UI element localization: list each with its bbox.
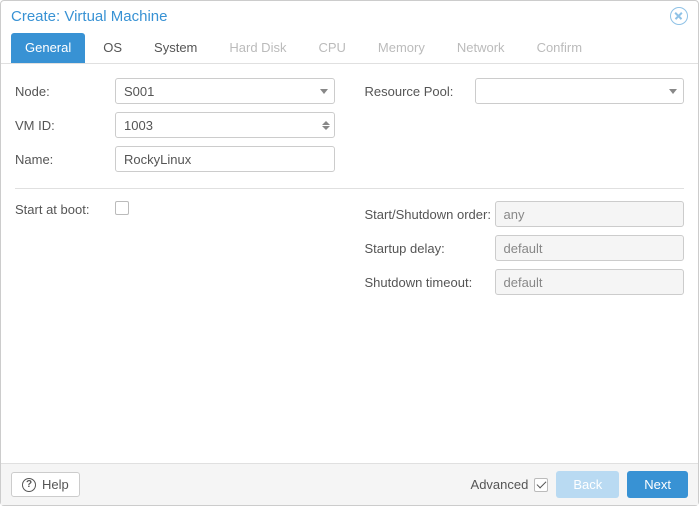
back-button: Back — [556, 471, 619, 498]
node-select[interactable]: S001 — [115, 78, 335, 104]
startup-delay-input[interactable] — [495, 235, 685, 261]
tab-cpu: CPU — [304, 33, 359, 63]
advanced-checkbox[interactable] — [534, 478, 548, 492]
titlebar: Create: Virtual Machine — [1, 1, 698, 29]
resource-pool-select[interactable] — [475, 78, 685, 104]
help-button[interactable]: ? Help — [11, 472, 80, 497]
node-value: S001 — [124, 84, 320, 99]
panel-general: Node: S001 VM ID: — [1, 64, 698, 463]
name-label: Name: — [15, 152, 115, 167]
next-button[interactable]: Next — [627, 471, 688, 498]
spinner-up-icon[interactable] — [322, 121, 330, 125]
shutdown-timeout-input[interactable] — [495, 269, 685, 295]
node-label: Node: — [15, 84, 115, 99]
order-label: Start/Shutdown order: — [365, 207, 495, 222]
tab-os[interactable]: OS — [89, 33, 136, 63]
order-input[interactable] — [495, 201, 685, 227]
help-label: Help — [42, 477, 69, 492]
tab-hard-disk: Hard Disk — [215, 33, 300, 63]
tab-memory: Memory — [364, 33, 439, 63]
dialog-title: Create: Virtual Machine — [11, 8, 167, 25]
startup-delay-label: Startup delay: — [365, 241, 495, 256]
vmid-input[interactable] — [124, 118, 322, 133]
footer: ? Help Advanced Back Next — [1, 463, 698, 505]
start-at-boot-label: Start at boot: — [15, 202, 115, 217]
tab-confirm: Confirm — [523, 33, 597, 63]
vmid-stepper[interactable] — [115, 112, 335, 138]
dialog-window: Create: Virtual Machine General OS Syste… — [0, 0, 699, 506]
tab-network: Network — [443, 33, 519, 63]
resource-pool-label: Resource Pool: — [365, 84, 475, 99]
help-icon: ? — [22, 478, 36, 492]
chevron-down-icon — [669, 89, 677, 94]
tab-bar: General OS System Hard Disk CPU Memory N… — [1, 29, 698, 64]
close-icon[interactable] — [670, 7, 688, 25]
name-input[interactable] — [115, 146, 335, 172]
shutdown-timeout-label: Shutdown timeout: — [365, 275, 495, 290]
tab-general[interactable]: General — [11, 33, 85, 63]
advanced-label: Advanced — [471, 477, 529, 492]
spinner-down-icon[interactable] — [322, 126, 330, 130]
chevron-down-icon — [320, 89, 328, 94]
tab-system[interactable]: System — [140, 33, 211, 63]
separator — [15, 188, 684, 189]
start-at-boot-checkbox[interactable] — [115, 201, 129, 215]
vmid-label: VM ID: — [15, 118, 115, 133]
